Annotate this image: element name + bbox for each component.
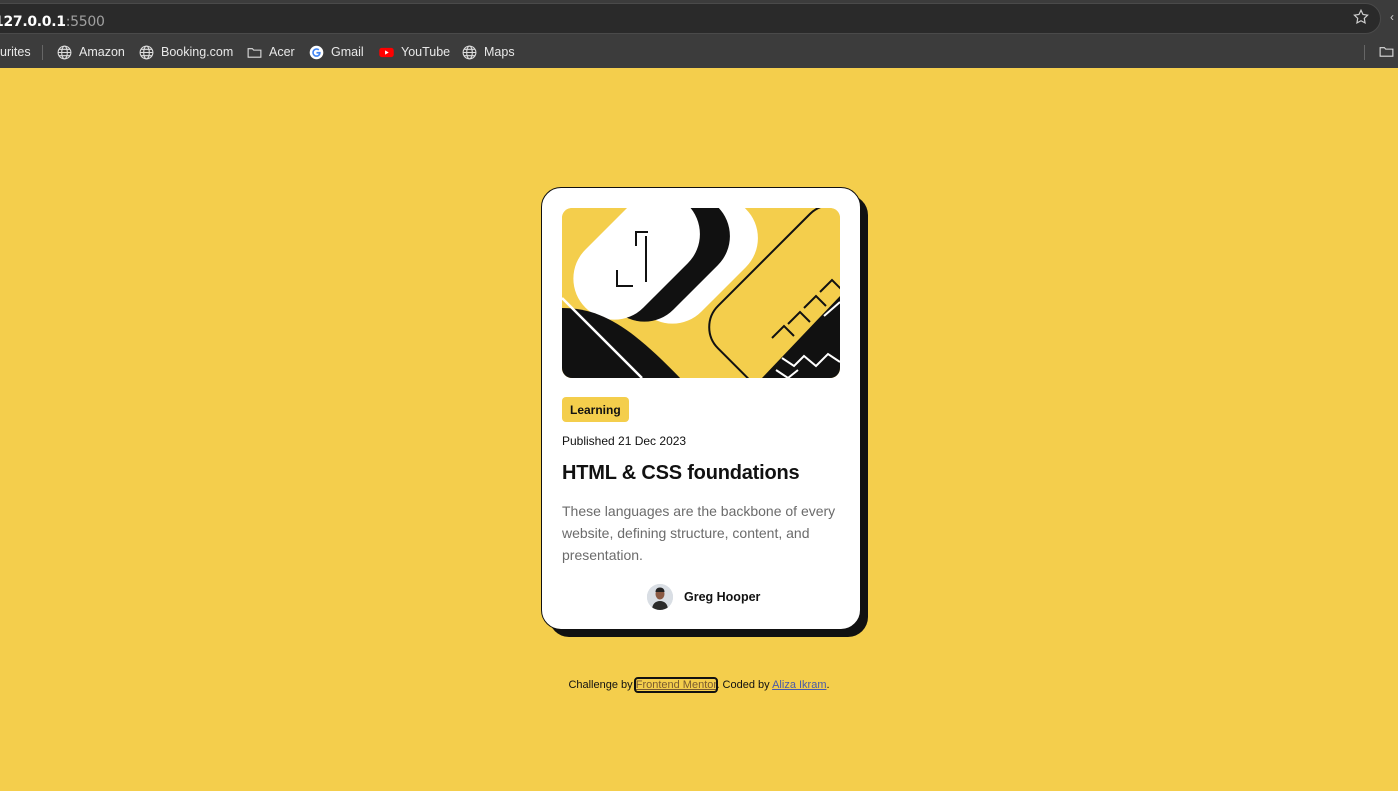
published-date: Published 21 Dec 2023 bbox=[562, 434, 687, 448]
person-avatar-icon bbox=[647, 584, 673, 610]
avatar bbox=[647, 584, 673, 610]
bookmarks-bar: urites Amazon Booking.com Acer Gmail You… bbox=[0, 40, 1398, 64]
author-name: Greg Hooper bbox=[684, 590, 761, 604]
globe-icon bbox=[462, 45, 477, 59]
menu-edge-icon[interactable]: ‹ bbox=[1390, 10, 1398, 24]
globe-icon bbox=[139, 45, 154, 59]
other-favourites-folder-icon[interactable] bbox=[1378, 43, 1395, 60]
youtube-icon bbox=[379, 47, 394, 57]
card-title[interactable]: HTML & CSS foundations bbox=[562, 462, 800, 485]
bookmark-favourites[interactable]: urites bbox=[0, 40, 31, 64]
card-illustration bbox=[562, 208, 840, 378]
attribution: Challenge by Frontend Mentor. Coded by A… bbox=[0, 677, 1398, 693]
category-tag: Learning bbox=[562, 397, 629, 422]
google-icon bbox=[309, 45, 324, 59]
author-link[interactable]: Aliza Ikram bbox=[772, 679, 826, 691]
attribution-suffix: . bbox=[826, 679, 830, 691]
frontend-mentor-link[interactable]: Frontend Mentor bbox=[633, 677, 719, 693]
bookmark-gmail[interactable]: Gmail bbox=[308, 40, 364, 64]
bookmark-booking[interactable]: Booking.com bbox=[138, 40, 233, 64]
globe-icon bbox=[57, 45, 72, 59]
attribution-prefix: Challenge by bbox=[568, 679, 633, 691]
card-description: These languages are the backbone of ever… bbox=[562, 503, 836, 563]
bookmark-acer[interactable]: Acer bbox=[246, 40, 295, 64]
bookmark-youtube[interactable]: YouTube bbox=[378, 40, 450, 64]
bookmarks-divider bbox=[42, 45, 43, 60]
bookmarks-divider bbox=[1364, 45, 1365, 60]
bookmark-maps[interactable]: Maps bbox=[461, 40, 515, 64]
bookmark-star-icon[interactable] bbox=[1352, 8, 1370, 26]
blog-preview-card: Learning Published 21 Dec 2023 HTML & CS… bbox=[541, 187, 861, 630]
bookmark-amazon[interactable]: Amazon bbox=[56, 40, 125, 64]
url-text[interactable]: 127.0.0.1:5500 bbox=[0, 14, 105, 30]
address-bar[interactable]: 127.0.0.1:5500 bbox=[0, 3, 1381, 34]
attribution-middle: . Coded by bbox=[716, 679, 770, 691]
folder-icon bbox=[247, 47, 262, 58]
author: Greg Hooper bbox=[647, 584, 760, 610]
browser-chrome: 127.0.0.1:5500 ‹ urites Amazon Booking.c… bbox=[0, 0, 1398, 68]
abstract-illustration-icon bbox=[562, 208, 840, 378]
